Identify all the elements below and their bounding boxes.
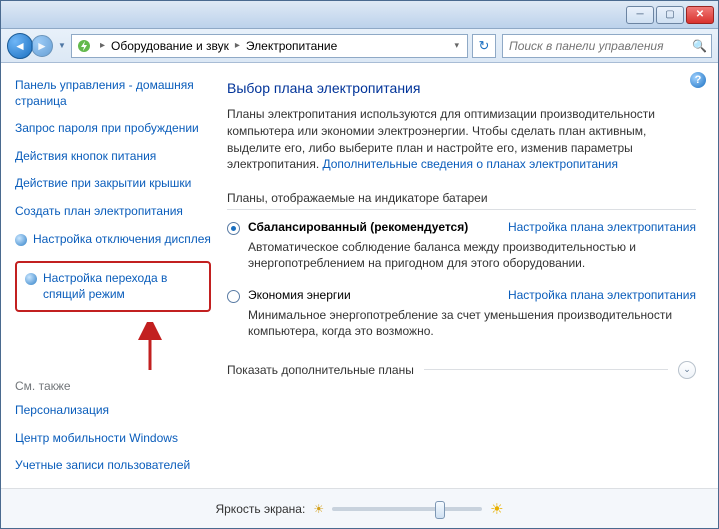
refresh-button[interactable]: ↻: [472, 34, 496, 58]
plan-description-balanced: Автоматическое соблюдение баланса между …: [248, 239, 696, 271]
sidebar-item-label: Настройка отключения дисплея: [33, 232, 211, 248]
search-box[interactable]: 🔍: [502, 34, 712, 58]
plan-description-saver: Минимальное энергопотребление за счет ум…: [248, 307, 696, 339]
plan-radio-saver[interactable]: [227, 290, 240, 303]
plan-settings-link-balanced[interactable]: Настройка плана электропитания: [496, 220, 696, 234]
plan-name: Сбалансированный: [248, 220, 367, 234]
learn-more-link[interactable]: Дополнительные сведения о планах электро…: [323, 157, 618, 171]
breadcrumb-sep: ▸: [231, 40, 244, 51]
plan-radio-balanced[interactable]: [227, 222, 240, 235]
arrow-right-icon: ►: [36, 39, 48, 53]
close-button[interactable]: ✕: [686, 6, 714, 24]
page-title: Выбор плана электропитания: [227, 80, 696, 96]
close-icon: ✕: [696, 10, 704, 20]
brightness-slider[interactable]: [332, 507, 482, 511]
plan-name-row: Сбалансированный (рекомендуется): [248, 220, 496, 234]
refresh-icon: ↻: [479, 38, 490, 54]
divider: [424, 369, 668, 370]
power-plan-saver: Экономия энергии Настройка плана электро…: [227, 288, 696, 303]
annotation-arrow: [135, 322, 211, 375]
sidebar-item-label: Настройка перехода в спящий режим: [43, 271, 201, 302]
arrow-left-icon: ◄: [14, 39, 26, 53]
address-row: ◄ ► ▼ ▸ Оборудование и звук ▸ Электропит…: [1, 29, 718, 63]
see-also-personalization[interactable]: Персонализация: [15, 403, 211, 419]
body: Панель управления - домашняя страница За…: [1, 63, 718, 488]
minimize-icon: ─: [636, 10, 643, 20]
brightness-slider-thumb[interactable]: [435, 501, 445, 519]
power-options-icon: [76, 38, 92, 54]
power-plan-balanced: Сбалансированный (рекомендуется) Настрой…: [227, 220, 696, 235]
brightness-label: Яркость экрана:: [215, 502, 305, 516]
sidebar: Панель управления - домашняя страница За…: [1, 64, 221, 488]
breadcrumb-hardware-sound[interactable]: Оборудование и звук: [109, 39, 231, 53]
sidebar-home-link[interactable]: Панель управления - домашняя страница: [15, 78, 211, 109]
titlebar: ─ ▢ ✕: [1, 1, 718, 29]
minimize-button[interactable]: ─: [626, 6, 654, 24]
control-panel-window: ─ ▢ ✕ ◄ ► ▼ ▸ Оборудование и звук ▸ Элек…: [0, 0, 719, 529]
sidebar-display-off-link[interactable]: Настройка отключения дисплея: [15, 232, 211, 248]
address-bar[interactable]: ▸ Оборудование и звук ▸ Электропитание ▾: [71, 34, 468, 58]
plan-settings-link-saver[interactable]: Настройка плана электропитания: [496, 288, 696, 302]
help-button[interactable]: ?: [690, 72, 706, 88]
chevron-down-icon: ▼: [58, 41, 66, 50]
sidebar-sleep-settings-link[interactable]: Настройка перехода в спящий режим: [25, 271, 201, 302]
expand-button[interactable]: ⌄: [678, 361, 696, 379]
show-more-plans[interactable]: Показать дополнительные планы ⌄: [227, 361, 696, 379]
nav-history-dropdown[interactable]: ▼: [55, 33, 69, 59]
maximize-icon: ▢: [665, 10, 674, 20]
page-description: Планы электропитания используются для оп…: [227, 106, 696, 173]
see-also-heading: См. также: [15, 379, 211, 393]
plan-name: Экономия энергии: [248, 288, 351, 302]
brightness-high-icon: ☀: [490, 500, 503, 518]
divider: [227, 209, 696, 210]
window-controls: ─ ▢ ✕: [624, 6, 714, 24]
breadcrumb-power-options[interactable]: Электропитание: [244, 39, 339, 53]
see-also-mobility-center[interactable]: Центр мобильности Windows: [15, 431, 211, 447]
search-icon[interactable]: 🔍: [692, 39, 707, 53]
sidebar-create-plan-link[interactable]: Создать план электропитания: [15, 204, 211, 220]
sidebar-lid-close-link[interactable]: Действие при закрытии крышки: [15, 176, 211, 192]
address-dropdown[interactable]: ▾: [450, 40, 463, 51]
main-content: ? Выбор плана электропитания Планы элект…: [221, 64, 718, 488]
maximize-button[interactable]: ▢: [656, 6, 684, 24]
sidebar-require-password-link[interactable]: Запрос пароля при пробуждении: [15, 121, 211, 137]
nav-forward-button[interactable]: ►: [31, 35, 53, 57]
brightness-low-icon: ☀: [313, 502, 324, 516]
bullet-icon: [25, 273, 37, 285]
breadcrumb-sep: ▸: [96, 40, 109, 51]
bullet-icon: [15, 234, 27, 246]
plan-suffix: (рекомендуется): [370, 220, 468, 234]
sidebar-power-buttons-link[interactable]: Действия кнопок питания: [15, 149, 211, 165]
plan-name-row: Экономия энергии: [248, 288, 496, 302]
search-input[interactable]: [507, 38, 692, 54]
see-also-user-accounts[interactable]: Учетные записи пользователей: [15, 458, 211, 474]
plans-section-title: Планы, отображаемые на индикаторе батаре…: [227, 191, 696, 205]
nav-back-button[interactable]: ◄: [7, 33, 33, 59]
brightness-footer: Яркость экрана: ☀ ☀: [1, 488, 718, 528]
show-more-label: Показать дополнительные планы: [227, 363, 414, 377]
sidebar-highlighted-box: Настройка перехода в спящий режим: [15, 261, 211, 312]
chevron-down-icon: ⌄: [683, 364, 691, 375]
